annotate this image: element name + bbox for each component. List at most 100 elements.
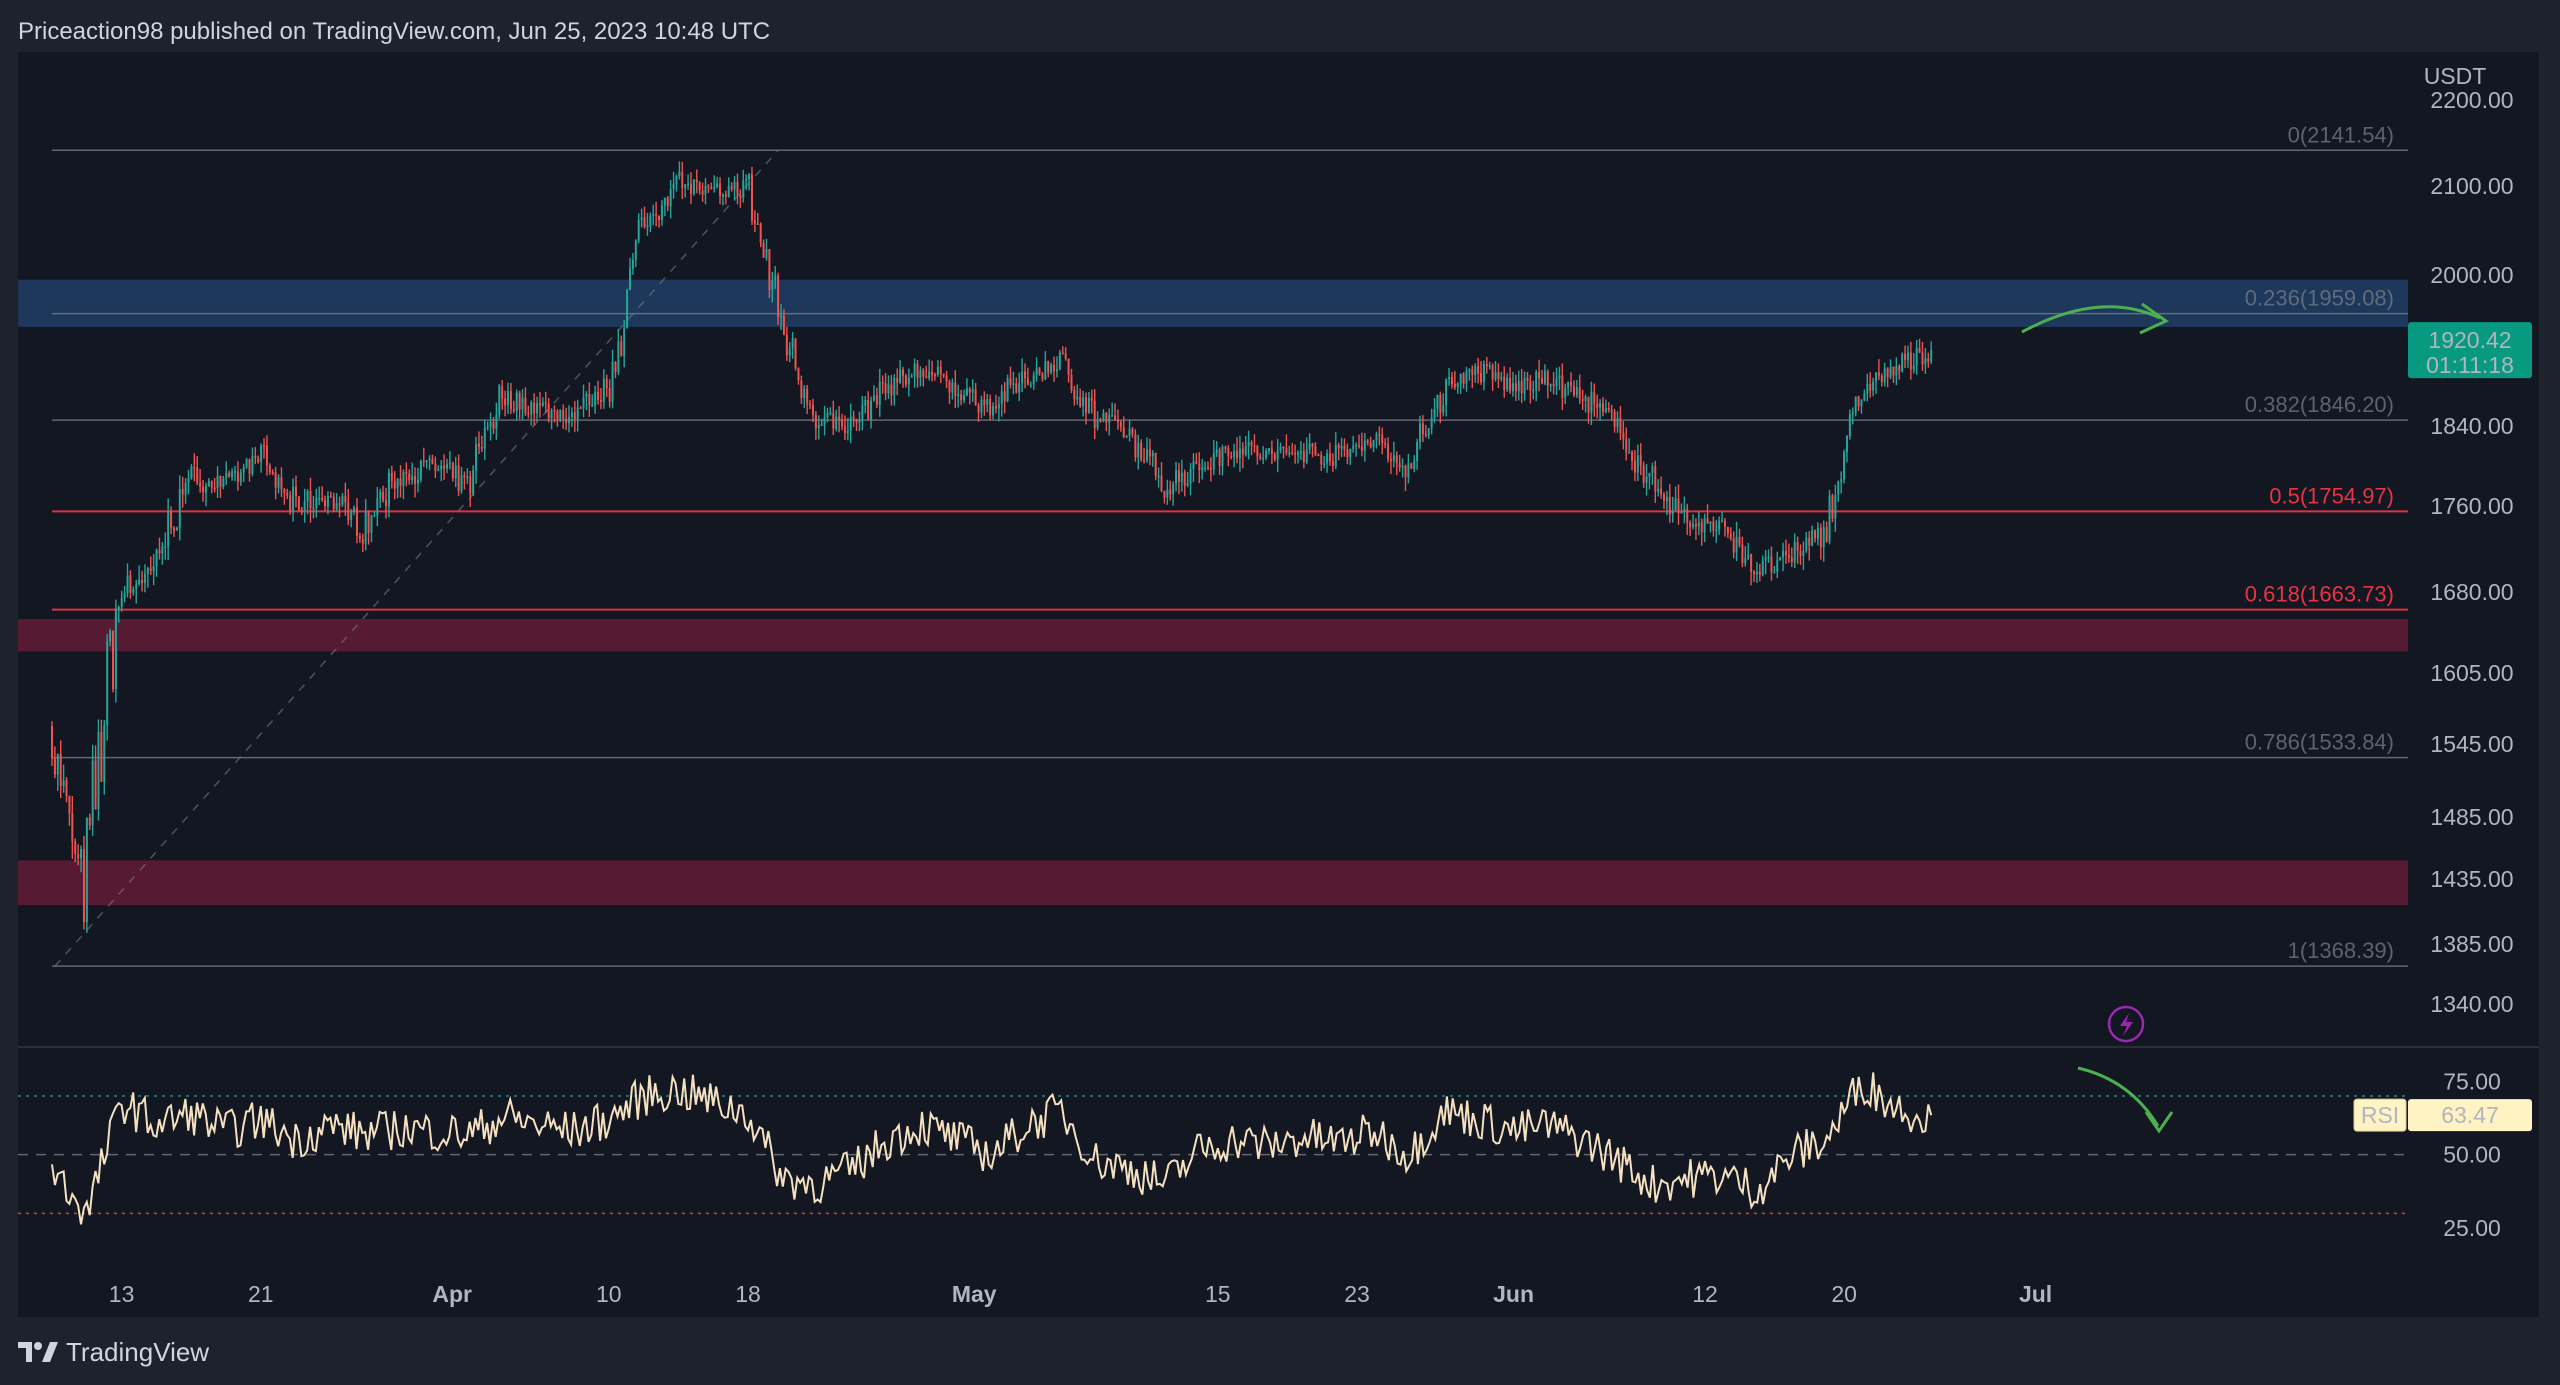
candle-body: [387, 472, 390, 507]
candle-body: [111, 630, 114, 689]
candle-body: [1337, 444, 1340, 449]
candle-body: [1660, 488, 1663, 495]
candle-body: [1166, 489, 1169, 498]
support-zone: [18, 860, 2408, 905]
candle-body: [960, 394, 963, 401]
candle-body: [1012, 383, 1015, 386]
candle-body: [881, 381, 884, 384]
candle-body: [852, 416, 855, 419]
candle-body: [1909, 352, 1912, 370]
candle-body: [1416, 442, 1419, 461]
candle-body: [1236, 450, 1239, 459]
candle-body: [687, 183, 690, 186]
candle-body: [1169, 489, 1172, 495]
candle-body: [1000, 391, 1003, 405]
candle-body: [1578, 387, 1581, 399]
candle-body: [1459, 373, 1462, 384]
candle-body: [1491, 365, 1494, 380]
candle-body: [1140, 442, 1143, 460]
candle-body: [309, 491, 312, 509]
candle-body: [904, 375, 907, 385]
candle-body: [855, 418, 858, 423]
candle-body: [411, 476, 414, 481]
candle-body: [460, 475, 463, 492]
candle-body: [1375, 434, 1378, 441]
candle-body: [550, 410, 553, 419]
candle-body: [806, 388, 809, 404]
candle-body: [1288, 452, 1291, 455]
candle-body: [663, 197, 666, 206]
candle-body: [1358, 444, 1361, 447]
candle-body: [1308, 443, 1311, 450]
candle-body: [948, 381, 951, 393]
candle-body: [1314, 446, 1317, 455]
candle-body: [730, 186, 733, 190]
candle-body: [1532, 390, 1535, 392]
candle-body: [1564, 387, 1567, 398]
candle-body: [338, 503, 341, 505]
candle-body: [1253, 445, 1256, 447]
candle-body: [469, 476, 472, 494]
candle-body: [1058, 352, 1061, 370]
candle-body: [1843, 451, 1846, 480]
candle-body: [567, 417, 570, 423]
price-tick-label: 2200.00: [2430, 87, 2513, 113]
candle-body: [536, 403, 539, 414]
candle-body: [928, 371, 931, 379]
candle-body: [1546, 371, 1549, 386]
candle-body: [492, 421, 495, 429]
candle-body: [1323, 463, 1326, 465]
candle-body: [939, 366, 942, 374]
candle-body: [1436, 395, 1439, 409]
candle-body: [1584, 396, 1587, 402]
candle-body: [379, 491, 382, 499]
candle-body: [1326, 453, 1329, 464]
fib-level-label: 1(1368.39): [2288, 938, 2394, 963]
candle-body: [675, 175, 678, 184]
candle-body: [1119, 421, 1122, 428]
candle-body: [913, 363, 916, 376]
candle-body: [385, 500, 388, 507]
candle-body: [907, 377, 910, 385]
candle-body: [486, 426, 489, 429]
candle-body: [1029, 384, 1032, 386]
candle-body: [1686, 508, 1689, 523]
candle-body: [1784, 550, 1787, 556]
candle-body: [559, 410, 562, 420]
candle-body: [216, 476, 219, 488]
candle-body: [202, 486, 205, 493]
time-tick-label: 20: [1831, 1281, 1857, 1307]
candle-body: [1898, 365, 1901, 372]
candle-body: [292, 486, 295, 512]
tradingview-logo[interactable]: TradingView: [18, 1330, 209, 1374]
candle-body: [1796, 542, 1799, 551]
candle-body: [695, 179, 698, 183]
candle-body: [1697, 522, 1700, 527]
chart[interactable]: 0(2141.54) 0.236(1959.08) 0.382(1846.20) 0.…: [0, 0, 2560, 1385]
candle-body: [1511, 383, 1514, 392]
candle-body: [248, 459, 251, 474]
candle-body: [507, 391, 510, 406]
candle-body: [213, 487, 216, 490]
candle-body: [210, 481, 213, 488]
price-tick-label: 1385.00: [2430, 931, 2513, 957]
candle-body: [1189, 468, 1192, 484]
candle-body: [457, 465, 460, 492]
candle-body: [1840, 479, 1843, 482]
candle-body: [672, 183, 675, 189]
candle-body: [989, 399, 992, 416]
candle-body: [1439, 395, 1442, 413]
candle-body: [1270, 448, 1273, 455]
candle-body: [1764, 557, 1767, 561]
candle-body: [724, 194, 727, 197]
candle-body: [1604, 407, 1607, 413]
candle-body: [1233, 450, 1236, 457]
candle-body: [1398, 463, 1401, 468]
candle-body: [1250, 442, 1253, 446]
candle-body: [440, 465, 443, 470]
candle-body: [814, 414, 817, 429]
candle-body: [1575, 387, 1578, 396]
candle-body: [750, 174, 753, 221]
candle-body: [1442, 404, 1445, 413]
candle-body: [1561, 375, 1564, 398]
